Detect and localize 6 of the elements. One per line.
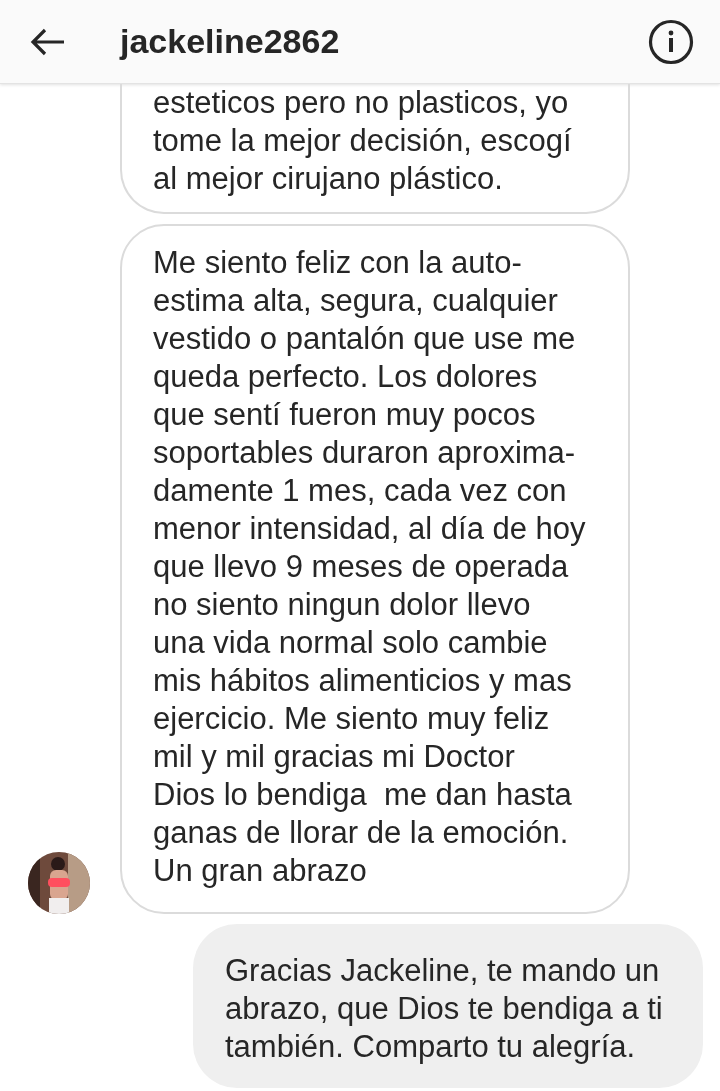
message-text: Gracias Jackeline, te mando un abrazo, que Dios te bendiga a ti también. Comparto tu alegría. — [225, 952, 664, 1066]
back-icon[interactable] — [30, 26, 66, 57]
chat-title: jackeline2862 — [120, 22, 341, 61]
message-text: esteticos pero no plasticos, yo tome la mejor decisión, escogí al mejor cirujano plástico. — [153, 84, 573, 198]
message-text: Me siento feliz con la auto- estima alta, segura, cualquier vestido o pantalón que use me queda perfecto. Los dolores que sentí fueron muy pocos soportables duraron aproxima- damente 1 mes, cada vez con menor intensidad, al día de hoy que llevo 9 meses de operada no siento ningun dolor llevo una vida normal solo cambie mis hábitos alimenticios y mas ejercicio. Me siento muy feliz mil y mil gracias mi Doctor Dios lo bendiga me dan hasta ganas de llorar de la emoción. Un gran abrazo — [153, 244, 587, 890]
info-icon[interactable] — [648, 18, 694, 65]
